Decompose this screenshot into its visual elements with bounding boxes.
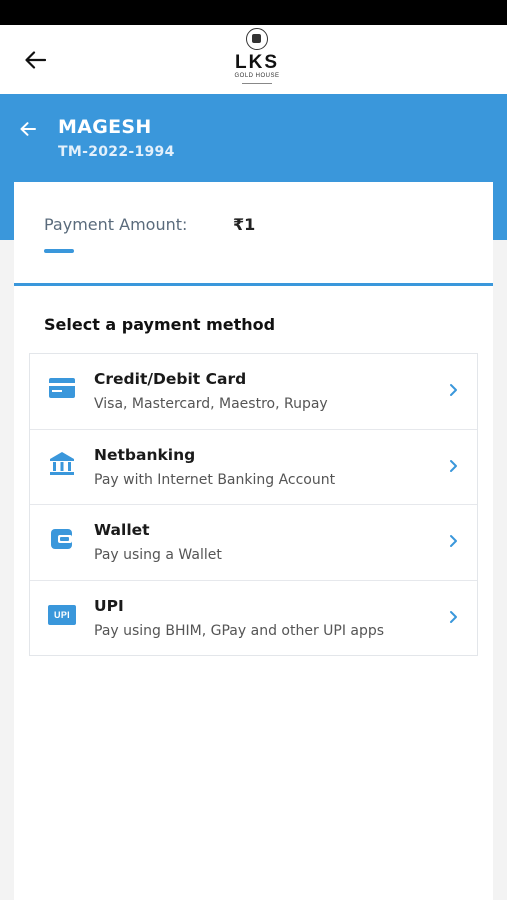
amount-section: Payment Amount: ₹1: [14, 182, 493, 284]
method-title: Credit/Debit Card: [94, 370, 247, 388]
credit-card-icon: [48, 374, 76, 402]
chevron-right-icon: [450, 610, 457, 623]
amount-value: ₹1: [233, 215, 256, 234]
upi-icon: UPI: [48, 601, 76, 629]
payment-method-wallet[interactable]: Wallet Pay using a Wallet: [30, 505, 477, 581]
chevron-right-icon: [450, 459, 457, 472]
method-description: Pay with Internet Banking Account: [94, 471, 336, 488]
method-description: Pay using a Wallet: [94, 547, 222, 563]
logo-rule: [242, 83, 272, 84]
wallet-icon: [48, 525, 76, 553]
chevron-right-icon: [450, 384, 457, 396]
logo-subtitle: GOLD HOUSE: [234, 73, 280, 79]
brand-logo: LKS GOLD HOUSE: [226, 28, 288, 92]
payment-card: Payment Amount: ₹1 Select a payment meth…: [14, 182, 493, 900]
payment-method-list: Credit/Debit Card Visa, Mastercard, Maes…: [29, 353, 478, 656]
section-divider: [14, 283, 493, 286]
customer-name: MAGESH: [58, 116, 152, 138]
method-description: Pay using BHIM, GPay and other UPI apps: [94, 622, 385, 639]
status-bar: [0, 0, 507, 25]
payment-method-heading: Select a payment method: [44, 315, 276, 334]
method-description: Visa, Mastercard, Maestro, Rupay: [94, 396, 328, 412]
method-title: Netbanking: [94, 445, 196, 464]
method-title: Wallet: [94, 521, 150, 539]
amount-tab-indicator: [44, 249, 74, 253]
method-title: UPI: [94, 596, 124, 615]
upi-badge: UPI: [48, 604, 76, 625]
header-back-button[interactable]: [20, 46, 50, 74]
amount-label: Payment Amount:: [44, 215, 188, 234]
app-header: LKS GOLD HOUSE: [0, 25, 507, 94]
bank-icon: [48, 450, 76, 478]
payment-method-upi[interactable]: UPI UPI Pay using BHIM, GPay and other U…: [30, 581, 477, 656]
payment-method-card[interactable]: Credit/Debit Card Visa, Mastercard, Maes…: [30, 354, 477, 430]
logo-emblem-icon: [246, 28, 268, 50]
payment-method-netbanking[interactable]: Netbanking Pay with Internet Banking Acc…: [30, 430, 477, 505]
logo-brand-text: LKS: [235, 52, 279, 73]
banner-back-button[interactable]: [16, 118, 40, 140]
customer-id: TM-2022-1994: [58, 144, 175, 160]
arrow-left-icon: [20, 122, 36, 136]
chevron-right-icon: [450, 535, 457, 547]
arrow-left-icon: [25, 51, 46, 69]
